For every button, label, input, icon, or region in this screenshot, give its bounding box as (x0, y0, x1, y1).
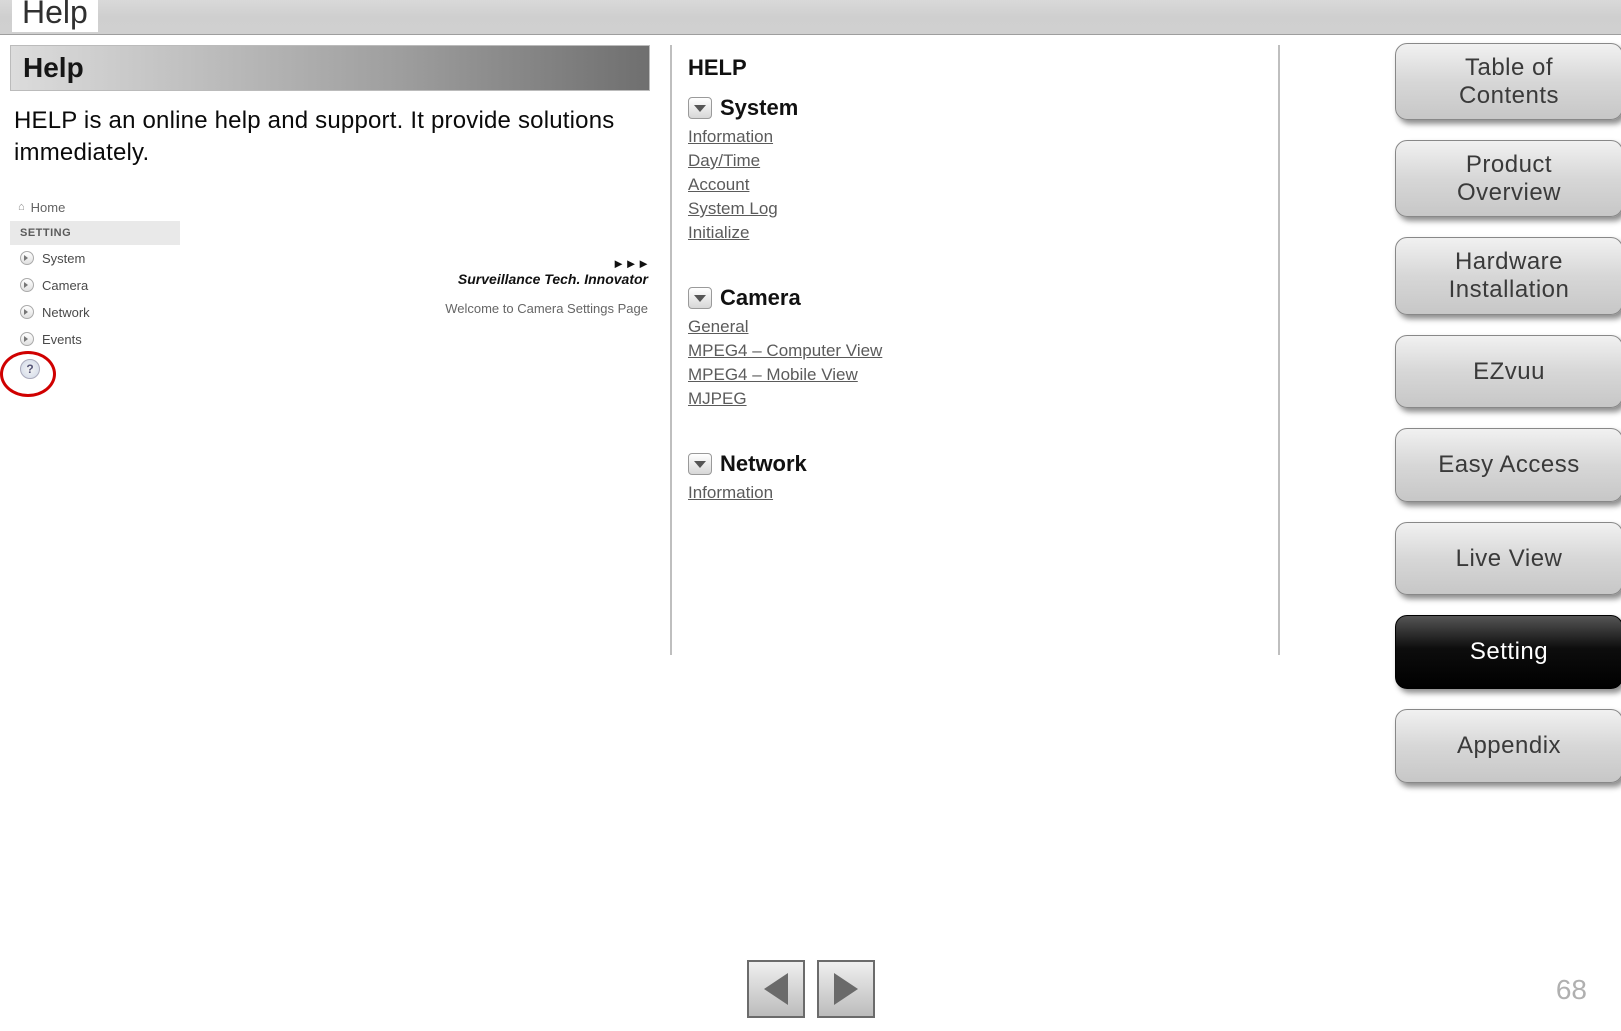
section-header: Help (10, 45, 650, 91)
help-link[interactable]: Initialize (688, 223, 749, 243)
nav-label: Appendix (1457, 732, 1561, 759)
embedded-settings-screenshot: ⌂ Home SETTING System Camera Network (10, 196, 648, 379)
mini-right-area: ► ► ► Surveillance Tech. Innovator Welco… (445, 256, 648, 316)
help-section-header-camera: Camera (688, 285, 1260, 311)
help-link[interactable]: System Log (688, 199, 778, 219)
main-columns: Help HELP is an online help and support.… (0, 35, 1621, 655)
expand-icon (20, 305, 34, 319)
help-panel: HELP System Information Day/Time Account… (670, 45, 1280, 655)
dropdown-icon (688, 97, 712, 119)
help-link[interactable]: MPEG4 – Mobile View (688, 365, 858, 385)
nav-setting[interactable]: Setting (1395, 615, 1621, 689)
nav-easy-access[interactable]: Easy Access (1395, 428, 1621, 502)
mini-item-camera: Camera (10, 272, 180, 299)
nav-label: EZvuu (1473, 358, 1545, 385)
nav-sidebar: Table ofContents ProductOverview Hardwar… (1395, 43, 1615, 783)
expand-icon (20, 278, 34, 292)
nav-live-view[interactable]: Live View (1395, 522, 1621, 596)
mini-item-events: Events (10, 326, 180, 353)
nav-label: Live View (1456, 545, 1563, 572)
help-link[interactable]: Information (688, 483, 773, 503)
next-page-button[interactable] (817, 960, 875, 1018)
mini-setting-header: SETTING (10, 221, 180, 245)
dropdown-icon (688, 453, 712, 475)
brand-text: Surveillance Tech. Innovator (445, 271, 648, 287)
top-bar: Help (0, 0, 1621, 35)
nav-label: Easy Access (1438, 451, 1580, 478)
prev-page-button[interactable] (747, 960, 805, 1018)
mini-item-label: Camera (42, 278, 88, 293)
help-link[interactable]: Information (688, 127, 773, 147)
welcome-text: Welcome to Camera Settings Page (445, 301, 648, 316)
mini-home-label: Home (31, 200, 66, 215)
mini-item-label: Network (42, 305, 90, 320)
nav-label: Setting (1470, 638, 1548, 665)
help-section-title: System (720, 95, 798, 121)
mini-item-label: System (42, 251, 85, 266)
mini-home-link: ⌂ Home (10, 196, 180, 221)
nav-hardware-installation[interactable]: HardwareInstallation (1395, 237, 1621, 314)
help-link[interactable]: General (688, 317, 748, 337)
help-section-title: Network (720, 451, 807, 477)
help-link[interactable]: Day/Time (688, 151, 760, 171)
help-panel-title: HELP (688, 55, 1260, 81)
expand-icon (20, 332, 34, 346)
arrow-left-icon (764, 973, 788, 1005)
page-arrows (747, 960, 875, 1018)
triple-arrow-icon: ► ► ► (445, 256, 648, 271)
mini-item-label: Events (42, 332, 82, 347)
section-description: HELP is an online help and support. It p… (10, 91, 650, 170)
left-column: Help HELP is an online help and support.… (10, 45, 650, 379)
nav-product-overview[interactable]: ProductOverview (1395, 140, 1621, 217)
expand-icon (20, 251, 34, 265)
help-section-header-system: System (688, 95, 1260, 121)
help-section-title: Camera (720, 285, 801, 311)
mini-sidebar: ⌂ Home SETTING System Camera Network (10, 196, 180, 379)
help-section-header-network: Network (688, 451, 1260, 477)
nav-table-of-contents[interactable]: Table ofContents (1395, 43, 1621, 120)
page-number: 68 (1556, 974, 1587, 1006)
help-link[interactable]: MJPEG (688, 389, 747, 409)
bottom-bar: 68 (0, 960, 1621, 1030)
nav-label: HardwareInstallation (1449, 248, 1570, 303)
nav-appendix[interactable]: Appendix (1395, 709, 1621, 783)
dropdown-icon (688, 287, 712, 309)
nav-label: Table ofContents (1459, 54, 1559, 109)
highlight-circle-icon (0, 351, 56, 397)
arrow-right-icon (834, 973, 858, 1005)
mini-item-system: System (10, 245, 180, 272)
nav-label: ProductOverview (1457, 151, 1561, 206)
page-title: Help (12, 0, 98, 32)
help-link[interactable]: Account (688, 175, 749, 195)
home-icon: ⌂ (18, 201, 25, 213)
nav-ezvuu[interactable]: EZvuu (1395, 335, 1621, 409)
help-link[interactable]: MPEG4 – Computer View (688, 341, 882, 361)
mini-item-network: Network (10, 299, 180, 326)
